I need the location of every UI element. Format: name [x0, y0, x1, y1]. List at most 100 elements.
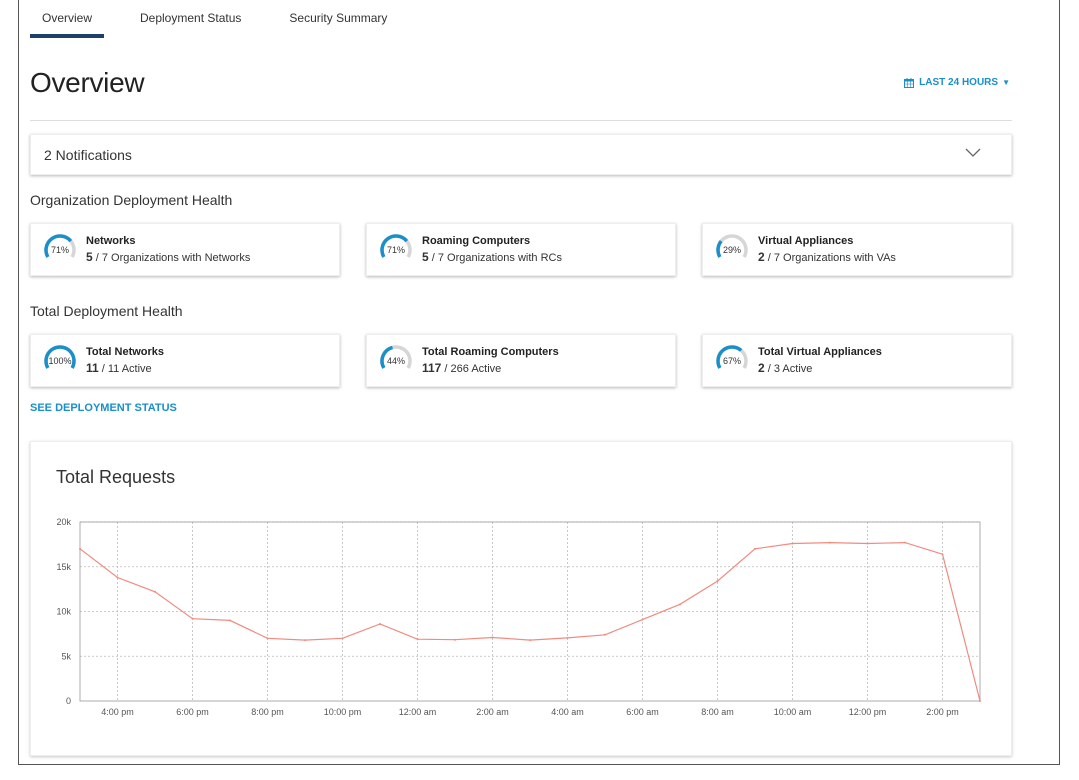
tab-deployment-status[interactable]: Deployment Status — [140, 0, 241, 38]
y-tick-label: 10k — [56, 607, 71, 617]
total-roaming-computers-card: 44% Total Roaming Computers 117 / 266 Ac… — [366, 334, 676, 387]
data-point — [754, 547, 756, 550]
card-title: Roaming Computers — [422, 235, 531, 247]
virtual-appliances-card: 29% Virtual Appliances 2 / 7 Organizatio… — [702, 223, 1012, 276]
card-count: 2 — [758, 361, 765, 375]
card-count: 5 — [422, 250, 429, 264]
data-point — [866, 542, 869, 545]
data-point — [229, 619, 231, 622]
card-subtitle: 11 / 11 Active — [86, 361, 152, 375]
data-point — [116, 576, 119, 579]
data-point — [979, 700, 981, 702]
gauge: 100% — [39, 345, 81, 377]
data-point — [191, 617, 194, 620]
x-tick-label: 8:00 pm — [251, 707, 284, 717]
tab-bar: Overview Deployment Status Security Summ… — [30, 0, 387, 38]
card-subtitle: 117 / 266 Active — [422, 361, 501, 375]
data-point — [266, 637, 269, 640]
gauge: 29% — [711, 234, 753, 266]
caret-down-icon: ▼ — [1002, 78, 1010, 87]
card-count: 2 — [758, 250, 765, 264]
card-subtitle: 5 / 7 Organizations with Networks — [86, 250, 250, 264]
card-title: Total Networks — [86, 346, 165, 358]
card-count: 5 — [86, 250, 93, 264]
card-subtitle: 2 / 7 Organizations with VAs — [758, 250, 896, 264]
card-detail: / 7 Organizations with RCs — [428, 252, 562, 264]
x-tick-label: 4:00 pm — [101, 707, 134, 717]
timeframe-label: LAST 24 HOURS — [919, 77, 999, 88]
gauge-percent: 29% — [722, 245, 741, 255]
notifications-panel[interactable]: 2 Notifications — [30, 134, 1012, 175]
see-deployment-status-link[interactable]: SEE DEPLOYMENT STATUS — [30, 402, 177, 414]
data-point — [716, 580, 719, 583]
calendar-icon — [904, 77, 915, 88]
chevron-down-icon — [965, 148, 981, 157]
x-tick-label: 8:00 am — [701, 707, 734, 717]
data-point — [566, 636, 569, 639]
data-point — [416, 638, 419, 641]
app-frame: Overview Deployment Status Security Summ… — [18, 0, 1060, 765]
card-title: Virtual Appliances — [758, 235, 854, 247]
x-tick-label: 10:00 pm — [324, 707, 362, 717]
roaming-computers-card: 71% Roaming Computers 5 / 7 Organization… — [366, 223, 676, 276]
x-tick-label: 12:00 am — [399, 707, 437, 717]
y-tick-label: 5k — [61, 651, 71, 661]
card-detail: / 3 Active — [764, 363, 813, 375]
x-tick-label: 12:00 pm — [849, 707, 887, 717]
notifications-label: 2 Notifications — [44, 146, 132, 163]
tab-overview[interactable]: Overview — [30, 0, 104, 38]
gauge-percent: 44% — [386, 356, 405, 366]
total-requests-card: Total Requests 0 5k 10k 15k 20k 4:00 pm 6:00 p… — [30, 441, 1012, 756]
card-title: Total Virtual Appliances — [758, 346, 882, 358]
x-tick-label: 6:00 pm — [176, 707, 209, 717]
data-point — [454, 638, 456, 641]
gauge-percent: 67% — [722, 356, 741, 366]
data-point — [941, 553, 944, 556]
gauge: 71% — [39, 234, 81, 266]
data-point — [304, 639, 306, 642]
gauge-percent: 100% — [48, 356, 72, 366]
x-tick-label: 4:00 am — [551, 707, 584, 717]
y-tick-label: 15k — [56, 562, 71, 572]
card-count: 117 — [422, 361, 442, 375]
total-networks-card: 100% Total Networks 11 / 11 Active — [30, 334, 340, 387]
gauge-percent: 71% — [386, 245, 405, 255]
data-point — [491, 636, 494, 639]
page-title: Overview — [30, 67, 145, 98]
data-point — [79, 547, 81, 550]
total-requests-chart: 0 5k 10k 15k 20k 4:00 pm 6:00 pm 8:00 pm 10:00 p… — [56, 517, 981, 717]
card-count: 11 — [86, 361, 99, 375]
timeframe-dropdown[interactable]: LAST 24 HOURS ▼ — [904, 77, 1010, 88]
data-point — [791, 542, 794, 545]
data-point — [904, 541, 906, 544]
tab-security-summary[interactable]: Security Summary — [289, 0, 387, 38]
gauge: 67% — [711, 345, 753, 377]
x-tick-label: 6:00 am — [626, 707, 659, 717]
x-tick-label: 2:00 am — [476, 707, 509, 717]
data-point — [154, 590, 156, 593]
x-tick-label: 10:00 am — [774, 707, 812, 717]
data-point — [341, 637, 344, 640]
card-subtitle: 2 / 3 Active — [758, 361, 812, 375]
data-point — [529, 639, 531, 642]
card-title: Networks — [86, 235, 136, 247]
org-health-title: Organization Deployment Health — [30, 192, 233, 208]
gauge-percent: 71% — [50, 245, 69, 255]
total-virtual-appliances-card: 67% Total Virtual Appliances 2 / 3 Activ… — [702, 334, 1012, 387]
card-detail: / 7 Organizations with Networks — [92, 252, 251, 264]
total-health-title: Total Deployment Health — [30, 303, 183, 319]
card-title: Total Roaming Computers — [422, 346, 559, 358]
card-detail: / 7 Organizations with VAs — [764, 252, 896, 264]
card-detail: / 11 Active — [98, 363, 152, 375]
data-point — [641, 618, 644, 621]
card-subtitle: 5 / 7 Organizations with RCs — [422, 250, 562, 264]
data-point — [379, 623, 381, 626]
y-tick-label: 0 — [66, 696, 71, 706]
x-tick-label: 2:00 pm — [926, 707, 959, 717]
data-point — [829, 541, 831, 544]
gauge: 71% — [375, 234, 417, 266]
y-tick-label: 20k — [56, 517, 71, 527]
data-point — [679, 603, 681, 606]
data-point — [604, 633, 606, 636]
card-detail: / 266 Active — [441, 363, 502, 375]
